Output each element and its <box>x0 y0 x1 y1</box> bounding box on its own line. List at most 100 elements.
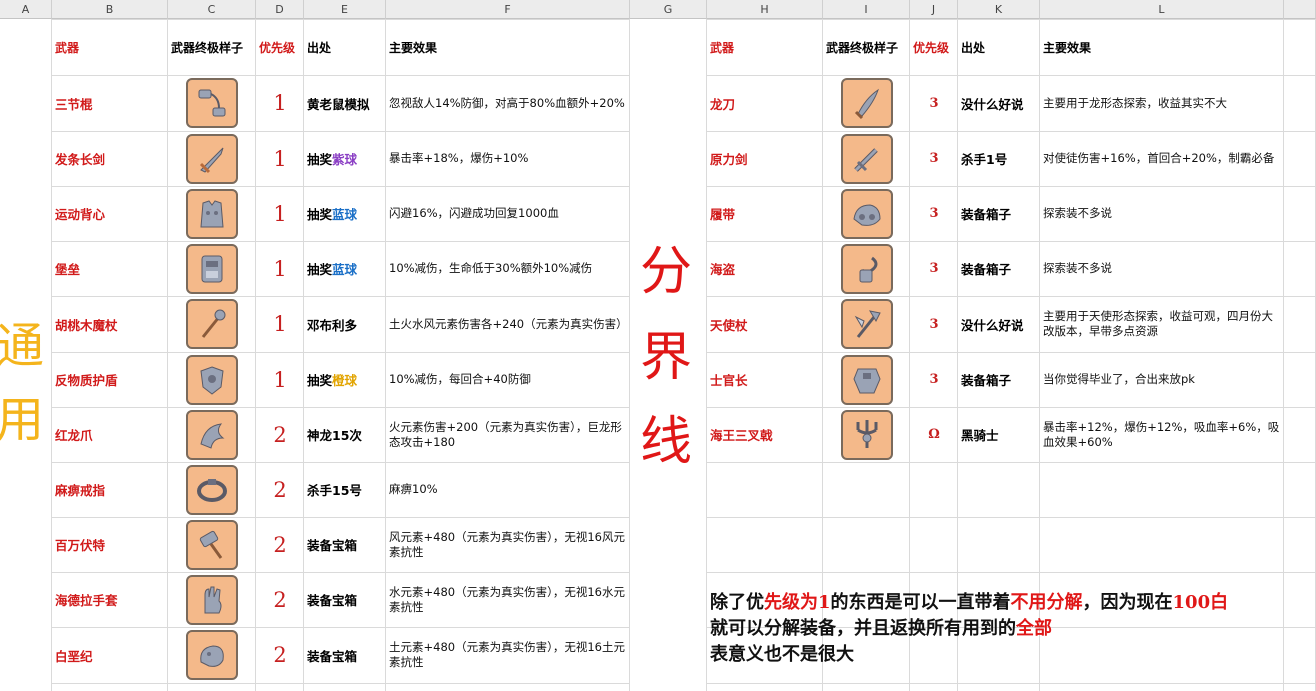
weapon-image-cell[interactable] <box>168 296 256 352</box>
source-text[interactable]: 没什么好说 <box>958 75 1040 131</box>
weapon-image-cell[interactable] <box>168 241 256 296</box>
weapon-name[interactable]: 麻痹戒指 <box>52 462 168 517</box>
source-text[interactable]: 杀手1号 <box>958 131 1040 186</box>
priority-value[interactable]: 1 <box>256 352 304 407</box>
priority-value[interactable]: 3 <box>910 131 958 186</box>
priority-value[interactable]: 1 <box>256 296 304 352</box>
weapon-image-cell[interactable] <box>823 75 910 131</box>
source-text[interactable]: 装备箱子 <box>958 352 1040 407</box>
effect-text[interactable]: 土火水风元素伤害各+240（元素为真实伤害） <box>386 296 630 352</box>
weapon-name[interactable]: 海王三叉戟 <box>707 407 823 462</box>
source-text[interactable]: 抽奖 蓝球 <box>304 186 386 241</box>
column-header-j[interactable]: J <box>910 0 958 19</box>
column-header-g[interactable]: G <box>630 0 707 19</box>
effect-text[interactable]: 10%减伤，每回合+40防御 <box>386 352 630 407</box>
column-header-k[interactable]: K <box>958 0 1040 19</box>
weapon-name[interactable]: 海盗 <box>707 241 823 296</box>
effect-text[interactable]: 土元素+480（元素为真实伤害），无视16土元素抗性 <box>386 627 630 683</box>
priority-value[interactable]: 2 <box>256 462 304 517</box>
column-header-h[interactable]: H <box>707 0 823 19</box>
weapon-name[interactable]: 堡垒 <box>52 241 168 296</box>
priority-value[interactable]: 3 <box>910 296 958 352</box>
weapon-image-cell[interactable] <box>168 627 256 683</box>
weapon-image-cell[interactable] <box>823 131 910 186</box>
column-header-f[interactable]: F <box>386 0 630 19</box>
weapon-name[interactable]: 胡桃木魔杖 <box>52 296 168 352</box>
weapon-name[interactable]: 履带 <box>707 186 823 241</box>
weapon-image-cell[interactable] <box>168 352 256 407</box>
priority-value[interactable]: 3 <box>910 75 958 131</box>
source-text[interactable]: 装备宝箱 <box>304 572 386 627</box>
source-text[interactable]: 邓布利多 <box>304 296 386 352</box>
effect-text[interactable]: 闪避16%，闪避成功回复1000血 <box>386 186 630 241</box>
weapon-image-cell[interactable] <box>168 186 256 241</box>
priority-value[interactable]: 1 <box>256 186 304 241</box>
weapon-name[interactable]: 天使杖 <box>707 296 823 352</box>
weapon-name[interactable]: 海德拉手套 <box>52 572 168 627</box>
effect-text[interactable]: 探索装不多说 <box>1040 241 1284 296</box>
effect-text[interactable]: 麻痹10% <box>386 462 630 517</box>
source-text[interactable]: 没什么好说 <box>958 296 1040 352</box>
weapon-image-cell[interactable] <box>168 572 256 627</box>
weapon-name[interactable]: 运动背心 <box>52 186 168 241</box>
priority-value[interactable]: 3 <box>910 186 958 241</box>
source-text[interactable]: 黄老鼠模拟 <box>304 75 386 131</box>
column-header-i[interactable]: I <box>823 0 910 19</box>
effect-text[interactable]: 对使徒伤害+16%，首回合+20%，制霸必备 <box>1040 131 1284 186</box>
weapon-image-cell[interactable] <box>168 517 256 572</box>
effect-text[interactable]: 探索装不多说 <box>1040 186 1284 241</box>
priority-value[interactable]: 1 <box>256 241 304 296</box>
weapon-image-cell[interactable] <box>168 407 256 462</box>
priority-value[interactable]: 2 <box>256 572 304 627</box>
source-text[interactable]: 神龙15次 <box>304 407 386 462</box>
effect-text[interactable]: 主要用于天使形态探索，收益可观，四月份大改版本，早带多点资源 <box>1040 296 1284 352</box>
weapon-image-cell[interactable] <box>823 186 910 241</box>
weapon-image-cell[interactable] <box>168 75 256 131</box>
weapon-name[interactable]: 反物质护盾 <box>52 352 168 407</box>
source-text[interactable]: 抽奖 紫球 <box>304 131 386 186</box>
priority-value[interactable]: 2 <box>256 627 304 683</box>
column-header-e[interactable]: E <box>304 0 386 19</box>
effect-text[interactable]: 10%减伤，生命低于30%额外10%减伤 <box>386 241 630 296</box>
column-header-c[interactable]: C <box>168 0 256 19</box>
effect-text[interactable]: 风元素+480（元素为真实伤害），无视16风元素抗性 <box>386 517 630 572</box>
weapon-image-cell[interactable] <box>823 241 910 296</box>
weapon-image-cell[interactable] <box>168 462 256 517</box>
weapon-name[interactable]: 原力剑 <box>707 131 823 186</box>
effect-text[interactable]: 暴击率+18%，爆伤+10% <box>386 131 630 186</box>
source-text[interactable]: 装备箱子 <box>958 241 1040 296</box>
priority-value[interactable]: 3 <box>910 352 958 407</box>
source-text[interactable]: 抽奖 蓝球 <box>304 241 386 296</box>
source-text[interactable]: 装备宝箱 <box>304 517 386 572</box>
column-header-l[interactable]: L <box>1040 0 1284 19</box>
source-text[interactable]: 抽奖 橙球 <box>304 352 386 407</box>
effect-text[interactable]: 暴击率+12%，爆伤+12%，吸血率+6%，吸血效果+60% <box>1040 407 1284 462</box>
weapon-name[interactable]: 红龙爪 <box>52 407 168 462</box>
column-header-d[interactable]: D <box>256 0 304 19</box>
source-text[interactable]: 杀手15号 <box>304 462 386 517</box>
priority-value[interactable]: 1 <box>256 75 304 131</box>
weapon-name[interactable]: 百万伏特 <box>52 517 168 572</box>
effect-text[interactable]: 当你觉得毕业了，合出来放pk <box>1040 352 1284 407</box>
priority-value[interactable]: 2 <box>256 407 304 462</box>
source-text[interactable]: 装备宝箱 <box>304 627 386 683</box>
source-text[interactable]: 黑骑士 <box>958 407 1040 462</box>
column-header-b[interactable]: B <box>52 0 168 19</box>
priority-value[interactable]: 3 <box>910 241 958 296</box>
priority-value[interactable]: 1 <box>256 131 304 186</box>
weapon-image-cell[interactable] <box>823 296 910 352</box>
weapon-image-cell[interactable] <box>823 407 910 462</box>
priority-value[interactable]: Ω <box>910 407 958 462</box>
weapon-name[interactable]: 发条长剑 <box>52 131 168 186</box>
effect-text[interactable]: 忽视敌人14%防御，对高于80%血额外+20% <box>386 75 630 131</box>
effect-text[interactable]: 水元素+480（元素为真实伤害），无视16水元素抗性 <box>386 572 630 627</box>
column-header-a[interactable]: A <box>0 0 52 19</box>
priority-value[interactable]: 2 <box>256 517 304 572</box>
weapon-name[interactable]: 白垩纪 <box>52 627 168 683</box>
weapon-name[interactable]: 士官长 <box>707 352 823 407</box>
weapon-image-cell[interactable] <box>168 131 256 186</box>
weapon-name[interactable]: 龙刀 <box>707 75 823 131</box>
weapon-name[interactable]: 三节棍 <box>52 75 168 131</box>
effect-text[interactable]: 主要用于龙形态探索，收益其实不大 <box>1040 75 1284 131</box>
weapon-image-cell[interactable] <box>823 352 910 407</box>
